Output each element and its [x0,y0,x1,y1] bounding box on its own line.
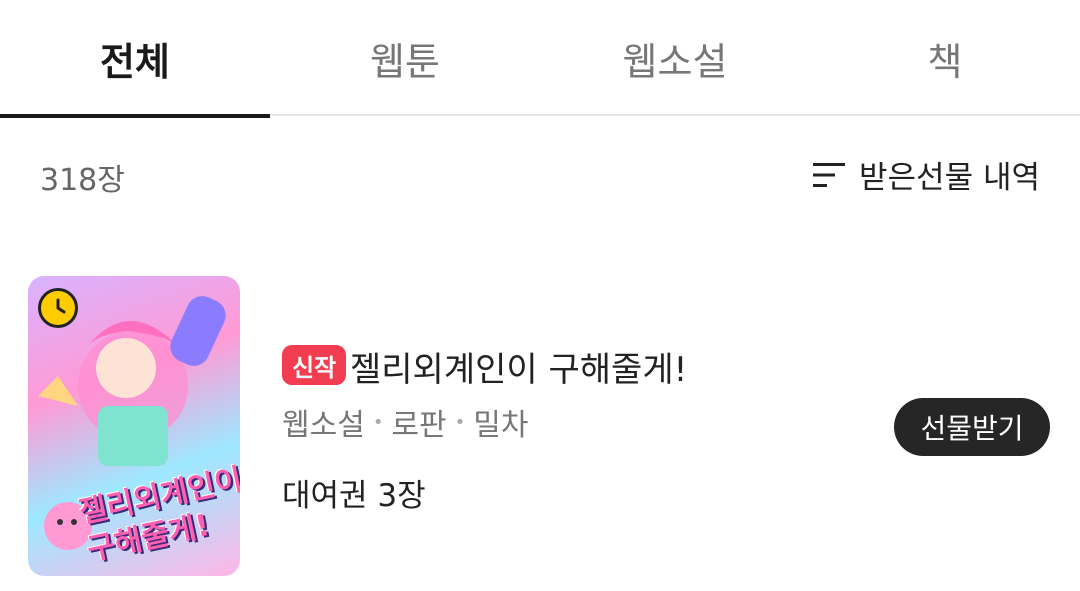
tab-webnovel[interactable]: 웹소설 [540,0,810,116]
tab-webtoon[interactable]: 웹툰 [270,0,540,116]
tag-separator: • [372,411,384,433]
tag-separator: • [454,411,466,433]
received-gift-history-button[interactable]: 받은선물 내역 [813,152,1040,197]
tab-all[interactable]: 전체 [0,0,270,118]
clock-icon [38,288,78,328]
tag-category: 웹소설 [282,408,365,443]
category-tabs: 전체 웹툰 웹소설 책 [0,0,1080,118]
new-badge: 신작 [282,345,347,385]
rental-ticket-count: 대여권 3장 [282,478,426,514]
book-cover[interactable]: 젤리외계인이 구해줄게! [28,276,240,576]
list-sort-icon [813,162,846,187]
item-tags: 웹소설 • 로판 • 밀차 [282,400,528,444]
tab-book[interactable]: 책 [810,0,1080,116]
history-label: 받은선물 내역 [859,160,1040,196]
receive-gift-button[interactable]: 선물받기 [894,398,1050,456]
tag-genre: 로판 [391,408,447,443]
gift-count: 318장 [40,163,125,198]
tag-sub: 밀차 [473,408,529,443]
item-title[interactable]: 젤리외계인이 구해줄게! [350,342,687,391]
